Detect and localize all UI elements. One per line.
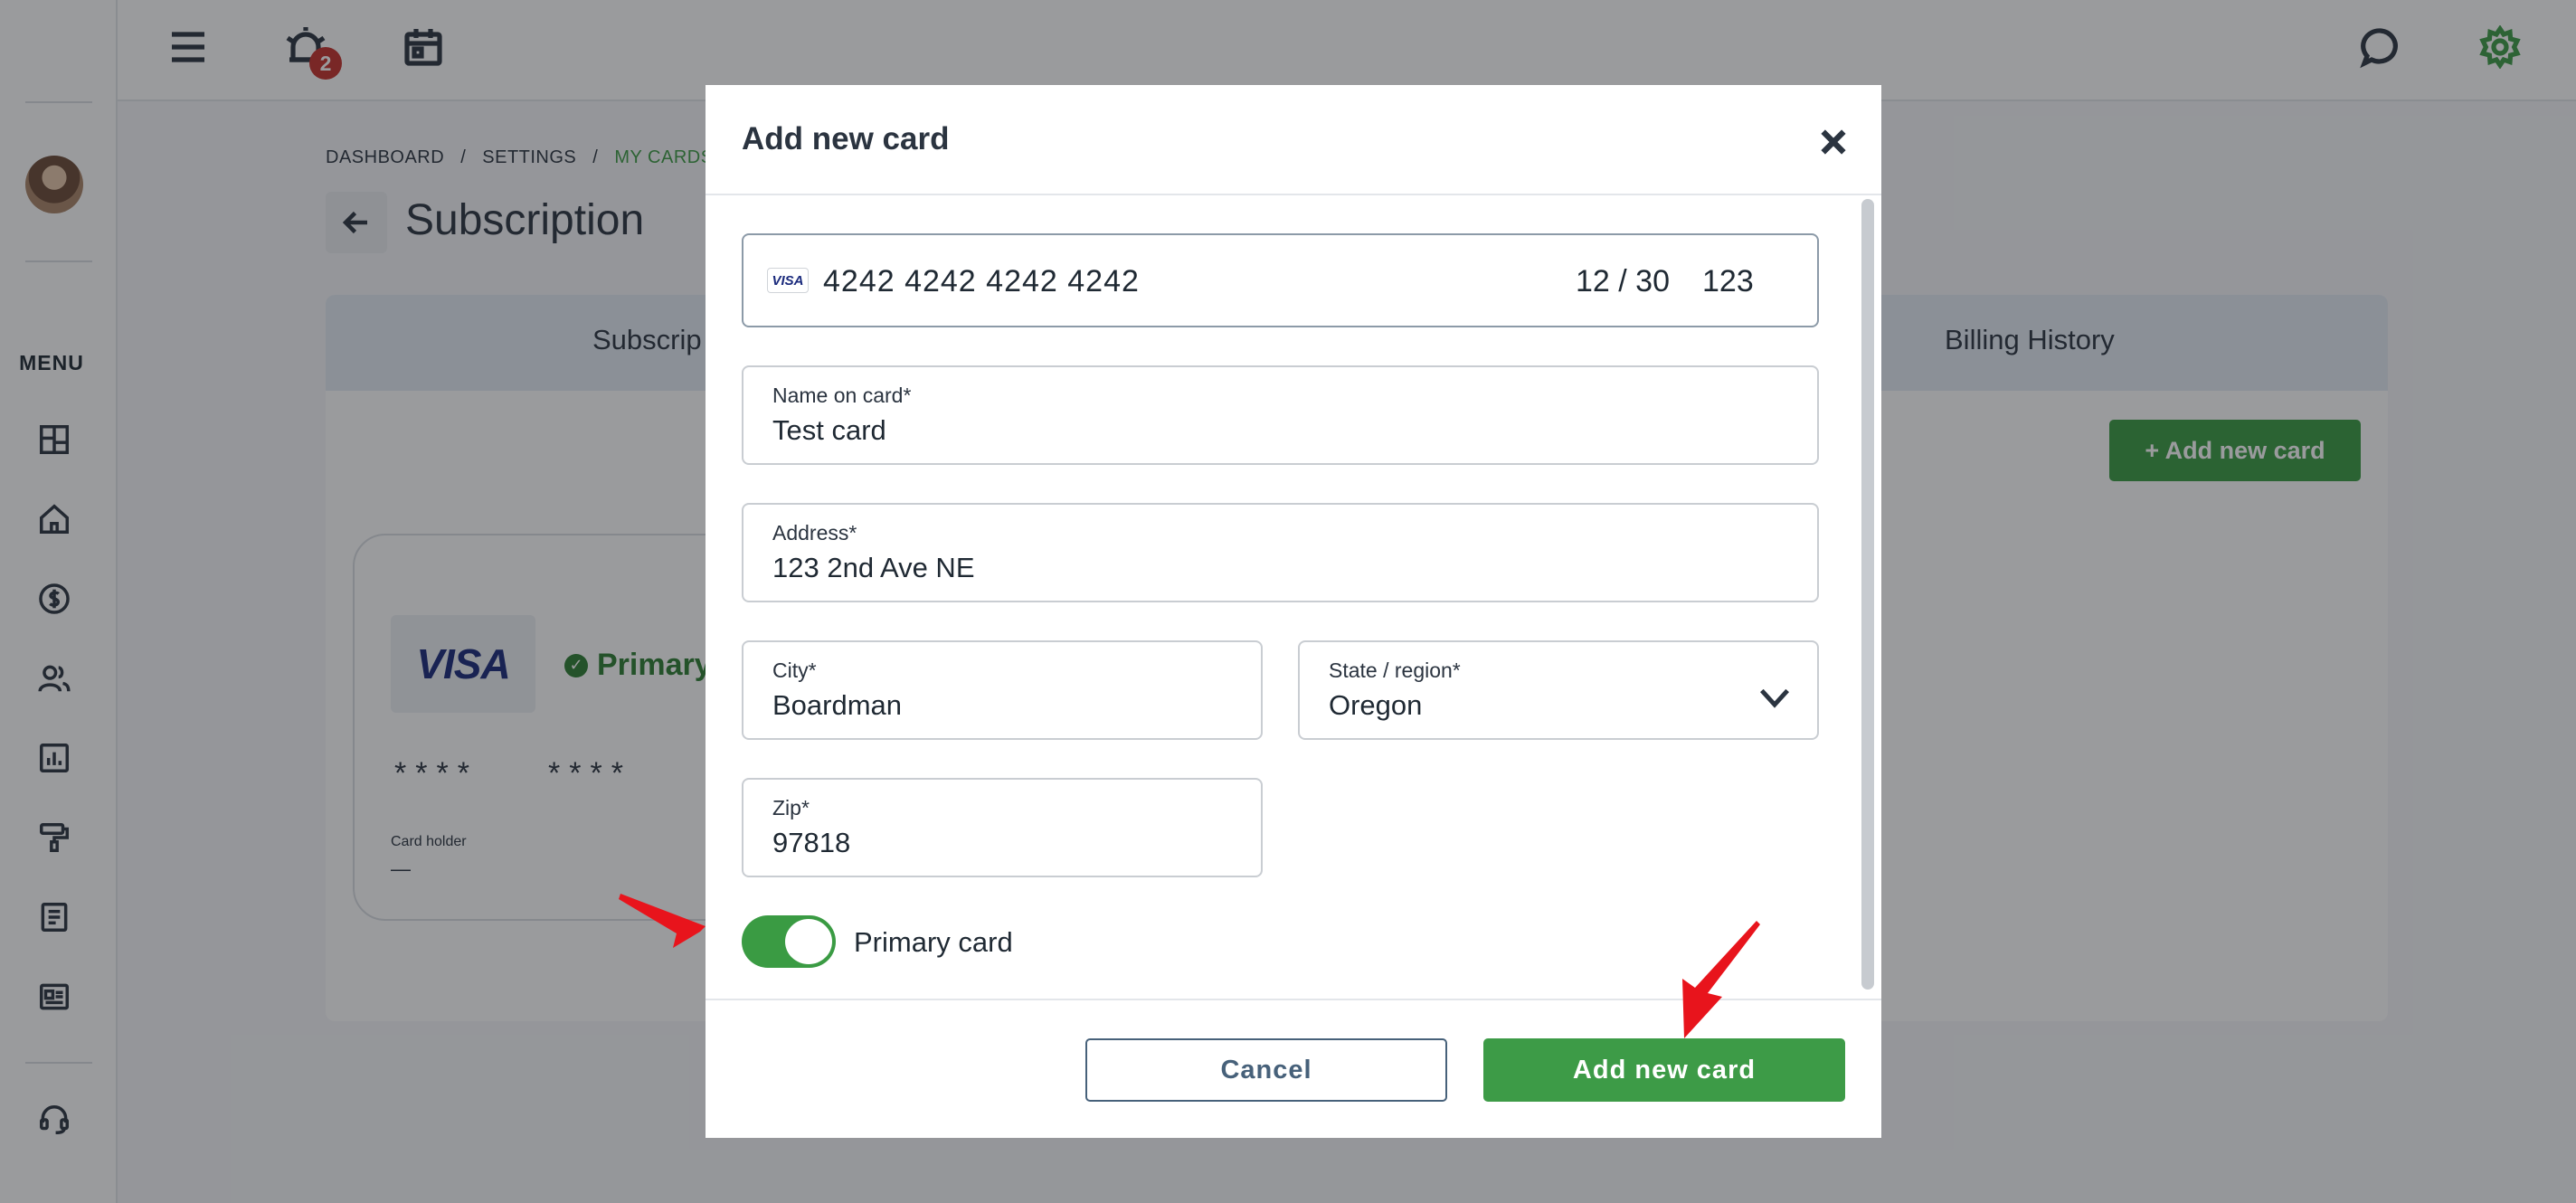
name-on-card-label: Name on card* (772, 384, 912, 407)
cancel-button[interactable]: Cancel (1085, 1038, 1447, 1102)
card-number-value[interactable]: 4242 4242 4242 4242 (823, 264, 1140, 299)
name-on-card-field[interactable]: Name on card* (742, 365, 1819, 465)
city-label: City* (772, 658, 817, 682)
close-button[interactable] (1813, 121, 1854, 163)
visa-card-icon: VISA (767, 268, 809, 293)
card-cvc-value[interactable]: 123 (1702, 264, 1754, 299)
close-icon (1821, 129, 1846, 155)
card-expiry-value[interactable]: 12 / 30 (1576, 264, 1670, 299)
address-label: Address* (772, 521, 857, 545)
modal-title: Add new card (742, 121, 950, 156)
state-select[interactable]: State / region* Oregon (1298, 640, 1819, 740)
address-field[interactable]: Address* (742, 503, 1819, 602)
card-number-input[interactable]: VISA 4242 4242 4242 4242 12 / 30 123 (742, 233, 1819, 327)
modal-scrollbar-thumb[interactable] (1861, 199, 1874, 990)
chevron-down-icon[interactable] (1759, 687, 1790, 709)
state-label: State / region* (1329, 658, 1461, 682)
primary-card-label: Primary card (854, 926, 1013, 958)
add-new-card-submit-button[interactable]: Add new card (1483, 1038, 1845, 1102)
modal-footer-divider (706, 999, 1881, 1000)
zip-label: Zip* (772, 796, 810, 819)
name-on-card-input[interactable] (772, 414, 1788, 447)
state-value: Oregon (1329, 689, 1423, 721)
modal-header: Add new card (706, 85, 1881, 195)
zip-field[interactable]: Zip* (742, 778, 1263, 877)
add-card-modal: Add new card VISA 4242 4242 4242 4242 12… (706, 85, 1881, 1138)
toggle-knob (785, 919, 832, 964)
zip-input[interactable] (772, 827, 1232, 859)
city-field[interactable]: City* (742, 640, 1263, 740)
address-input[interactable] (772, 552, 1788, 584)
city-input[interactable] (772, 689, 1232, 722)
primary-card-toggle[interactable] (742, 915, 836, 968)
